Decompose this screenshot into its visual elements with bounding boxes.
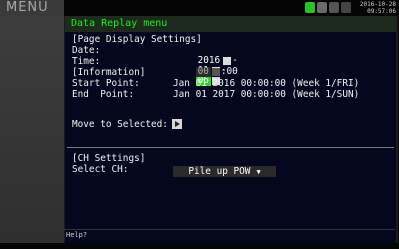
select-ch-value: Pile up POW — [188, 166, 251, 177]
section-divider — [67, 147, 394, 148]
start-point-label: Start Point: — [72, 78, 140, 89]
time-label: Time: — [72, 56, 101, 67]
move-to-selected-button[interactable] — [172, 119, 182, 129]
chevron-down-icon: ▼ — [256, 168, 261, 176]
end-point-value: Jan 01 2017 00:00:00 (Week 1/SUN) — [173, 89, 360, 100]
status-bar: 2016-10-28 09:57:06 — [64, 0, 399, 16]
status-icons — [305, 2, 351, 13]
date-spinner: 2016- 01- 06 — [173, 46, 238, 86]
footer — [64, 243, 399, 249]
data-replay-panel: Data Replay menu [Page Display Settings]… — [64, 16, 398, 243]
battery-icon — [305, 2, 315, 13]
media-icon — [317, 2, 327, 13]
lan-icon — [341, 2, 351, 13]
page-display-header: [Page Display Settings] — [72, 34, 202, 45]
end-point-label: End Point: — [72, 89, 135, 100]
sidebar — [0, 16, 64, 243]
time-spinner: 00 :00 — [173, 57, 238, 77]
menu-tab[interactable]: MENU — [0, 0, 64, 16]
ch-settings-header: [CH Settings] — [72, 153, 146, 164]
usb-icon — [329, 2, 339, 13]
time-rest: :00 — [220, 66, 238, 77]
move-to-selected-label: Move to Selected: — [72, 119, 168, 130]
clock-time: 09:57:06 — [367, 8, 396, 15]
date-label: Date: — [72, 45, 101, 56]
page-title: Data Replay menu — [65, 16, 396, 32]
time-hour-field[interactable]: 00 — [195, 67, 211, 77]
clock: 2016-10-28 09:57:06 — [354, 1, 396, 15]
information-header: [Information] — [72, 67, 146, 78]
clock-date: 2016-10-28 — [359, 1, 396, 8]
play-icon — [175, 121, 180, 127]
start-point-value: Jan 01 2016 00:00:00 (Week 1/FRI) — [173, 78, 360, 89]
help-text: Help? — [66, 231, 88, 239]
select-ch-label: Select CH: — [72, 164, 129, 175]
hour-arrow-icon[interactable] — [211, 67, 220, 76]
select-ch-dropdown[interactable]: Pile up POW ▼ — [173, 166, 276, 177]
